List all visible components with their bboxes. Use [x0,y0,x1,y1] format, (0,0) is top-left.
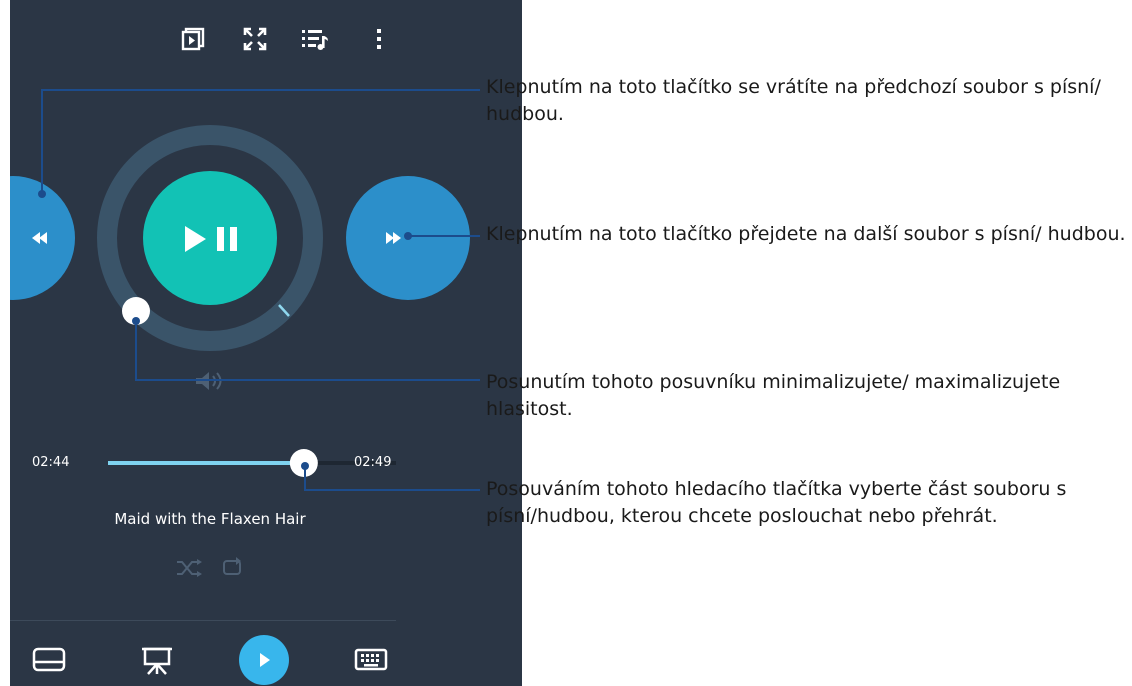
annotation-previous: Klepnutím na toto tlačítko se vrátíte na… [486,76,1101,125]
callout-line-volume [135,321,480,381]
annotation-next: Klepnutím na toto tlačítko přejdete na d… [486,223,1126,245]
callout-dot-volume [132,317,140,325]
annotation-seek: Posouváním tohoto hledacího tlačítka vyb… [486,478,1067,527]
callout-dot-next [404,232,412,240]
annotation-volume: Posunutím tohoto posuvníku minimalizujet… [486,371,1061,420]
callout-line-previous [41,89,480,194]
callout-line-seek [304,466,480,491]
callout-dot-previous [38,190,46,198]
callout-dot-seek [301,462,309,470]
